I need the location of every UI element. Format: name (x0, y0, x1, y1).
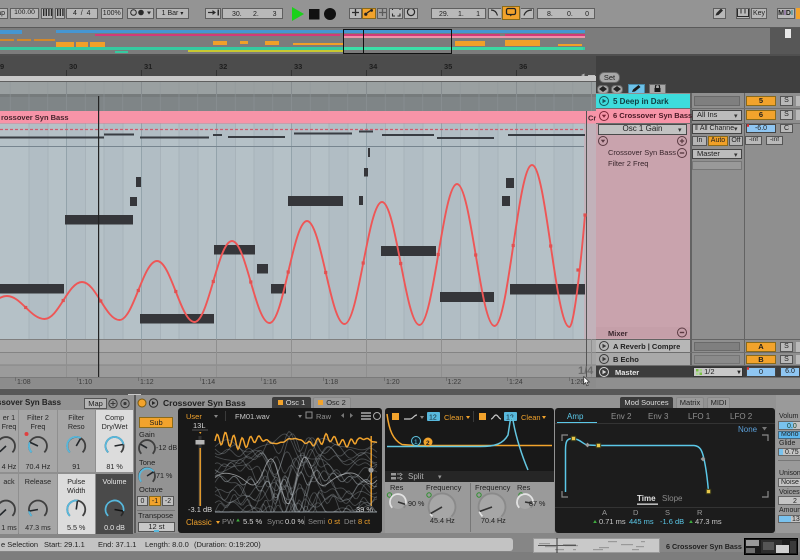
svg-text:Det: Det (344, 517, 357, 526)
svg-text:Sync: Sync (267, 517, 284, 526)
svg-text:D: D (633, 508, 639, 517)
svg-text:0.0 %: 0.0 % (285, 517, 305, 526)
svg-text:12: 12 (429, 415, 437, 422)
svg-text:LFO 2: LFO 2 (730, 412, 753, 421)
svg-text:Time: Time (637, 494, 656, 503)
svg-text:User: User (186, 412, 202, 421)
svg-text:0 st: 0 st (328, 517, 341, 526)
svg-text:-1.6 dB: -1.6 dB (660, 517, 684, 526)
svg-text:47.3 ms: 47.3 ms (695, 517, 722, 526)
svg-text:Raw: Raw (316, 412, 332, 421)
svg-text:Classic: Classic (186, 518, 212, 527)
svg-text:-3.1 dB: -3.1 dB (188, 505, 212, 514)
svg-text:Amp: Amp (567, 412, 584, 421)
svg-text:13L: 13L (193, 421, 206, 430)
svg-text:0.71 ms: 0.71 ms (599, 517, 626, 526)
svg-text:Clean: Clean (521, 413, 541, 422)
svg-text:Semi: Semi (308, 517, 325, 526)
svg-text:2: 2 (426, 440, 430, 447)
svg-text:Slope: Slope (662, 494, 683, 503)
svg-text:Env 3: Env 3 (648, 412, 669, 421)
svg-text:445 ms: 445 ms (629, 517, 654, 526)
svg-text:LFO 1: LFO 1 (688, 412, 711, 421)
svg-text:1: 1 (414, 439, 418, 446)
svg-text:PW: PW (222, 517, 235, 526)
svg-text:Clean: Clean (444, 413, 464, 422)
svg-text:A: A (602, 508, 607, 517)
svg-text:R: R (697, 508, 703, 517)
svg-text:None: None (738, 425, 758, 434)
svg-text:S: S (665, 508, 670, 517)
svg-text:5.5 %: 5.5 % (243, 517, 263, 526)
svg-text:Env 2: Env 2 (611, 412, 632, 421)
svg-text:8 ct: 8 ct (358, 517, 371, 526)
svg-text:FM01.wav: FM01.wav (235, 412, 270, 421)
